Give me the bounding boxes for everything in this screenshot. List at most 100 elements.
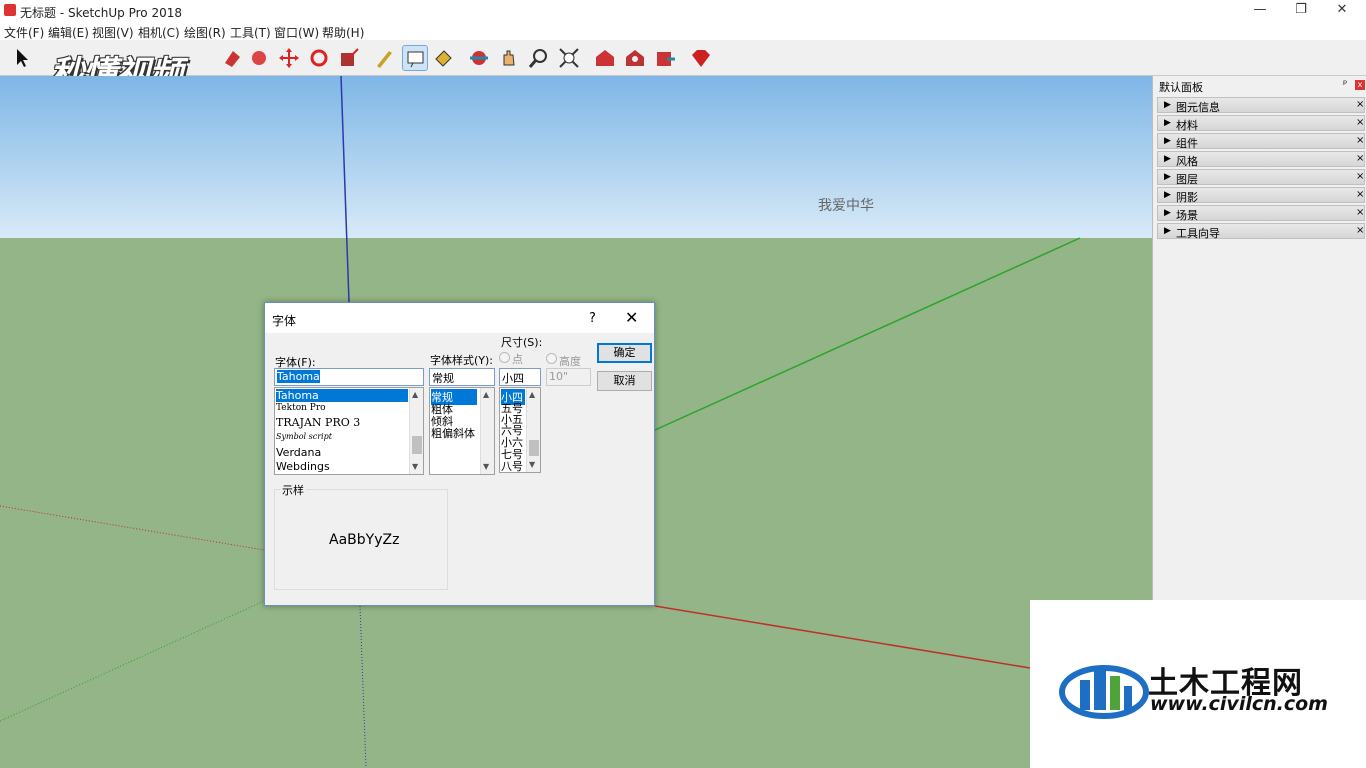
orbit-tool-icon[interactable] [466,45,492,71]
close-icon[interactable]: × [1356,171,1364,182]
close-icon[interactable]: × [1356,135,1364,146]
ok-button[interactable]: 确定 [597,343,652,363]
tray-item-shadows[interactable]: ▶ 阴影 × [1157,187,1365,204]
close-icon[interactable]: × [1356,207,1364,218]
expand-arrow-icon: ▶ [1164,100,1171,110]
list-item[interactable]: Tekton Pro [276,403,326,413]
menu-tools[interactable]: 工具(T) [230,24,271,41]
close-icon[interactable]: × [1356,225,1364,236]
scroll-down-icon[interactable]: ▼ [412,462,418,471]
list-item[interactable]: Symbol script [276,432,332,441]
components-icon[interactable] [622,45,648,71]
move-tool-icon[interactable] [276,45,302,71]
warehouse-icon[interactable] [592,45,618,71]
size-input[interactable]: 小四 [499,368,541,386]
dialog-close-button[interactable]: ✕ [625,308,638,327]
pan-tool-icon[interactable] [496,45,522,71]
scroll-up-icon[interactable]: ▲ [483,390,489,399]
style-label: 字体样式(Y): [430,354,494,367]
followme-tool-icon[interactable] [246,45,272,71]
cancel-button[interactable]: 取消 [597,371,652,391]
font-name-value: Tahoma [277,370,320,383]
pushpull-tool-icon[interactable] [220,45,246,71]
tape-measure-icon[interactable] [372,45,398,71]
font-list[interactable]: Tahoma Tekton Pro TRAJAN PRO 3 Symbol sc… [274,387,424,475]
dialog-title-bar: 字体 ? ✕ [265,303,654,333]
list-item[interactable]: TRAJAN PRO 3 [276,416,360,429]
select-tool-icon[interactable] [8,45,34,71]
zoom-extents-icon[interactable] [556,45,582,71]
list-item[interactable]: 八号 [501,458,523,472]
close-icon[interactable]: × [1356,189,1364,200]
scroll-down-icon[interactable]: ▼ [529,460,535,469]
dialog-title: 字体 [272,314,297,328]
close-icon[interactable]: × [1356,153,1364,164]
minimize-button[interactable]: — [1240,2,1280,20]
scroll-up-icon[interactable]: ▲ [529,390,535,399]
list-item[interactable]: 粗偏斜体 [431,425,475,441]
height-radio[interactable] [546,353,557,364]
rotate-tool-icon[interactable] [306,45,332,71]
height-input[interactable]: 10" [546,368,591,386]
red-axis-negative [0,505,265,551]
scroll-thumb[interactable] [529,440,539,456]
menu-view[interactable]: 视图(V) [92,24,134,41]
font-name-input[interactable]: Tahoma [274,368,424,386]
size-list-scrollbar[interactable]: ▲ ▼ [526,388,540,472]
scroll-thumb[interactable] [412,436,422,454]
expand-arrow-icon: ▶ [1164,190,1171,200]
menu-help[interactable]: 帮助(H) [322,24,364,41]
tray-item-layers[interactable]: ▶ 图层 × [1157,169,1365,186]
expand-arrow-icon: ▶ [1164,154,1171,164]
points-radio[interactable] [499,352,510,363]
list-item[interactable]: Webdings [276,460,330,473]
tray-item-scenes[interactable]: ▶ 场景 × [1157,205,1365,222]
pin-icon[interactable]: ᵖ [1343,79,1347,90]
extension-warehouse-icon[interactable] [688,45,714,71]
zoom-tool-icon[interactable] [526,45,552,71]
expand-arrow-icon: ▶ [1164,208,1171,218]
list-item[interactable]: Verdana [276,446,321,459]
help-button[interactable]: ? [589,311,596,326]
tray-item-components[interactable]: ▶ 组件 × [1157,133,1365,150]
menu-window[interactable]: 窗口(W) [274,24,319,41]
tray-item-entity-info[interactable]: ▶ 图元信息 × [1157,97,1365,114]
font-dialog: 字体 ? ✕ 字体(F): Tahoma Tahoma Tekton Pro T… [264,302,655,606]
height-radio-label: 高度 [559,355,581,368]
scroll-up-icon[interactable]: ▲ [412,390,418,399]
tray-item-styles[interactable]: ▶ 风格 × [1157,151,1365,168]
menu-edit[interactable]: 编辑(E) [48,24,89,41]
restore-button[interactable]: ❐ [1281,2,1321,20]
font-list-scrollbar[interactable]: ▲ ▼ [409,388,423,474]
tray-item-label: 材料 [1176,119,1198,132]
civilcn-watermark: 土木工程网 www.civilcn.com [1030,600,1366,768]
tray-header: 默认面板 ᵖ x [1153,76,1366,94]
menu-camera[interactable]: 相机(C) [138,24,180,41]
size-list[interactable]: 小四 五号 小五 六号 小六 七号 八号 ▲ ▼ [499,387,541,473]
close-window-button[interactable]: ✕ [1322,2,1362,20]
tray-item-label: 图层 [1176,173,1198,186]
font-style-input[interactable]: 常规 [429,368,495,386]
tray-title: 默认面板 [1159,81,1203,94]
red-axis [654,605,1031,669]
text-tool-icon[interactable] [402,45,428,71]
tray-item-label: 图元信息 [1176,101,1220,114]
tray-item-instructor[interactable]: ▶ 工具向导 × [1157,223,1365,240]
paint-bucket-icon[interactable] [430,45,456,71]
menu-draw[interactable]: 绘图(R) [184,24,226,41]
scale-tool-icon[interactable] [336,45,362,71]
list-item[interactable]: Tahoma [276,389,408,402]
menu-file[interactable]: 文件(F) [4,24,44,41]
tray-item-materials[interactable]: ▶ 材料 × [1157,115,1365,132]
tray-item-label: 风格 [1176,155,1198,168]
style-list-scrollbar[interactable]: ▲ ▼ [480,388,494,474]
close-icon[interactable]: × [1356,117,1364,128]
scroll-down-icon[interactable]: ▼ [483,462,489,471]
close-icon[interactable]: × [1356,99,1364,110]
scene-3d-text[interactable]: 我爱中华 [818,195,874,215]
window-title: 无标题 - SketchUp Pro 2018 [20,6,182,20]
green-axis [654,237,1081,431]
share-model-icon[interactable] [652,45,678,71]
tray-close-icon[interactable]: x [1355,80,1365,90]
font-style-list[interactable]: 常规 粗体 倾斜 粗偏斜体 ▲ ▼ [429,387,495,475]
